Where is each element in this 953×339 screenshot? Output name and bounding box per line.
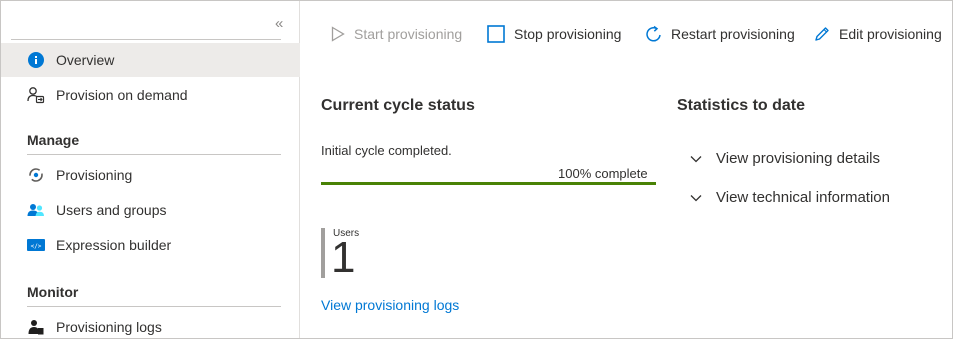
person-sync-icon: [27, 86, 45, 104]
view-provisioning-logs-link[interactable]: View provisioning logs: [321, 297, 459, 313]
svg-text:</>: </>: [31, 243, 42, 250]
collapse-sidebar-button[interactable]: «: [275, 15, 283, 32]
edit-provisioning-button[interactable]: Edit provisioning: [814, 23, 942, 45]
sidebar-item-label: Overview: [56, 52, 115, 68]
sidebar-item-provisioning-logs[interactable]: Provisioning logs: [1, 310, 300, 339]
users-metric-accent: [321, 228, 325, 278]
current-cycle-heading: Current cycle status: [321, 97, 475, 114]
sidebar-item-provision-on-demand[interactable]: Provision on demand: [1, 78, 300, 112]
section-divider: [27, 306, 281, 307]
expander-label: View technical information: [716, 189, 890, 206]
progress-bar-fill: [321, 182, 656, 185]
section-heading-manage: Manage: [27, 132, 80, 148]
view-provisioning-details-expander[interactable]: View provisioning details: [690, 150, 880, 167]
person-log-icon: [27, 318, 45, 336]
sidebar-item-provisioning[interactable]: Provisioning: [1, 158, 300, 192]
stop-square-icon: [487, 25, 505, 43]
users-metric-value: 1: [331, 233, 356, 282]
sidebar-item-users-and-groups[interactable]: Users and groups: [1, 193, 300, 227]
section-heading-monitor: Monitor: [27, 284, 79, 300]
chevron-down-icon: [690, 194, 702, 202]
progress-percent-label: 100% complete: [558, 166, 648, 181]
edit-provisioning-label: Edit provisioning: [839, 26, 942, 42]
sidebar-item-label: Provision on demand: [56, 87, 188, 103]
sidebar-item-label: Provisioning: [56, 167, 133, 183]
statistics-heading: Statistics to date: [677, 97, 806, 114]
expression-builder-icon: </>: [27, 236, 45, 254]
stop-provisioning-label: Stop provisioning: [514, 26, 622, 42]
sidebar-item-label: Expression builder: [56, 237, 172, 253]
sidebar-item-label: Provisioning logs: [56, 319, 162, 335]
cycle-status-text: Initial cycle completed.: [321, 143, 452, 158]
start-provisioning-label: Start provisioning: [354, 26, 463, 42]
restart-icon: [646, 25, 662, 43]
start-provisioning-button[interactable]: Start provisioning: [331, 23, 462, 45]
pencil-icon: [814, 26, 830, 42]
play-icon: [331, 26, 345, 42]
sidebar: « Overview Provision on demand Manage Pr…: [1, 1, 300, 338]
chevron-down-icon: [690, 155, 702, 163]
progress-bar: [321, 182, 656, 185]
sidebar-item-expression-builder[interactable]: </> Expression builder: [1, 228, 300, 262]
sidebar-item-overview[interactable]: Overview: [1, 43, 300, 77]
view-technical-information-expander[interactable]: View technical information: [690, 189, 890, 206]
info-icon: [27, 51, 45, 69]
command-bar: Start provisioning Stop provisioning Res…: [301, 1, 952, 63]
provisioning-icon: [27, 166, 45, 184]
sidebar-item-label: Users and groups: [56, 202, 167, 218]
sidebar-divider: [11, 39, 281, 40]
stop-provisioning-button[interactable]: Stop provisioning: [487, 23, 621, 45]
users-groups-icon: [27, 201, 45, 219]
restart-provisioning-button[interactable]: Restart provisioning: [646, 23, 795, 45]
expander-label: View provisioning details: [716, 150, 880, 167]
section-divider: [27, 154, 281, 155]
restart-provisioning-label: Restart provisioning: [671, 26, 795, 42]
